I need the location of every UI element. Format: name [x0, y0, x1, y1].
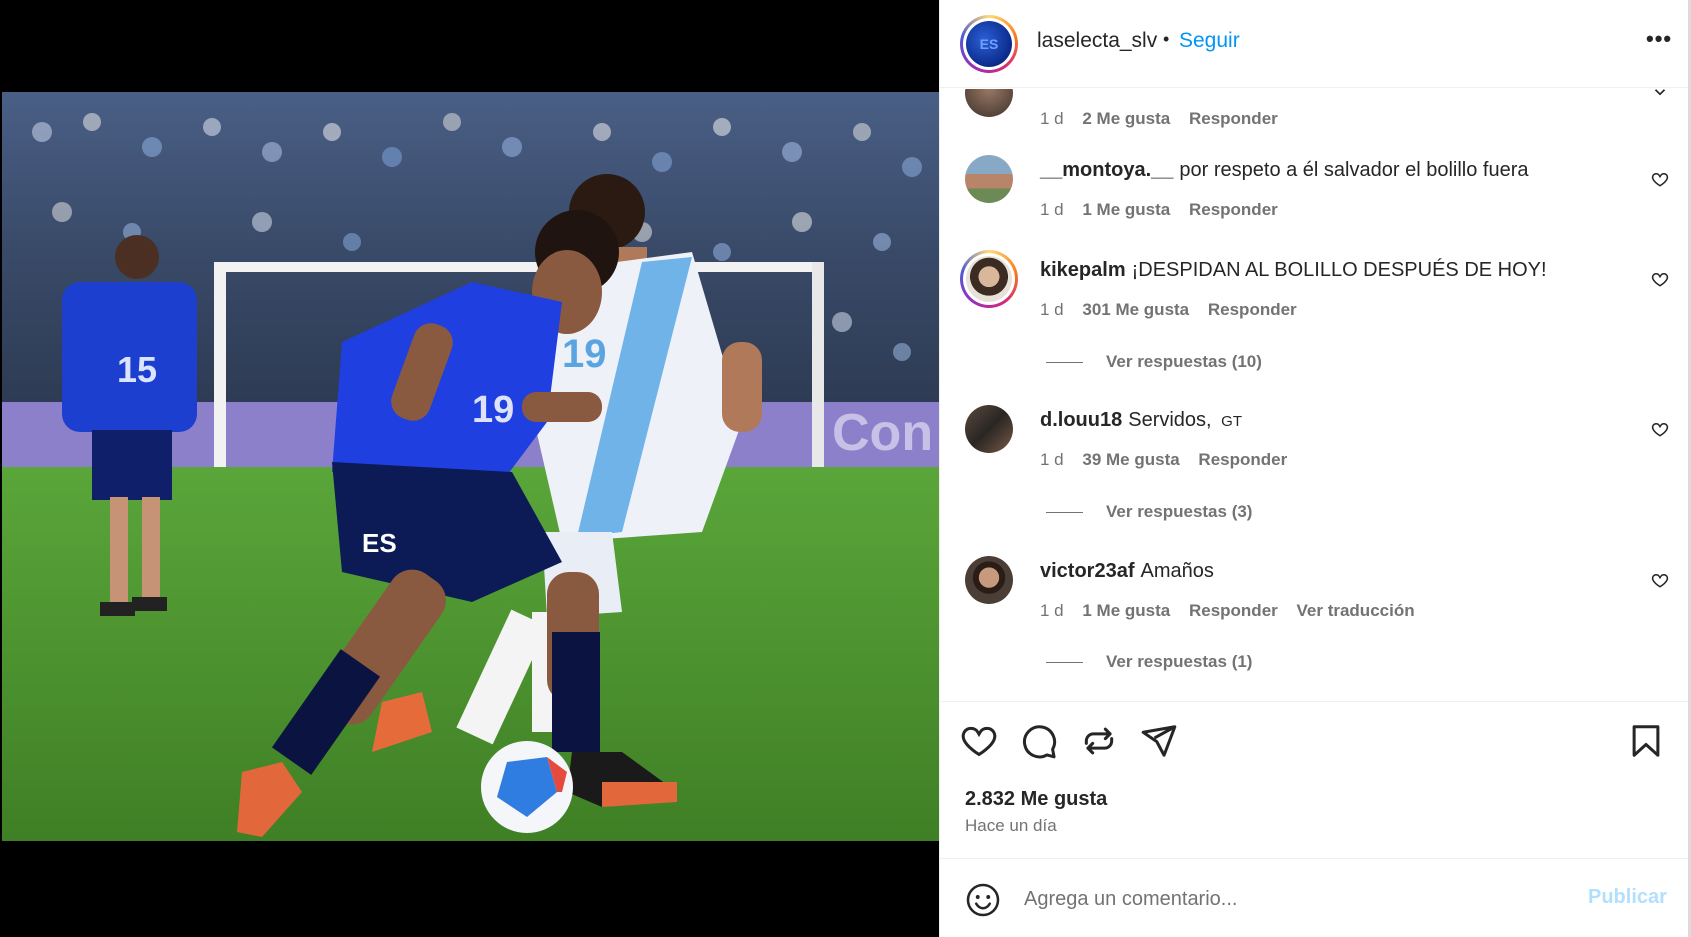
- comment-time: 1 d: [1040, 601, 1064, 620]
- share-icon[interactable]: [1140, 722, 1178, 760]
- comment-meta: 1 d 2 Me gusta Responder: [1040, 109, 1292, 129]
- view-replies-button[interactable]: Ver respuestas (1): [1046, 652, 1252, 672]
- comment-time: 1 d: [1040, 200, 1064, 219]
- comment-likes-count[interactable]: 301 Me gusta: [1082, 300, 1189, 319]
- comment-likes-count[interactable]: 1 Me gusta: [1082, 200, 1170, 219]
- translate-button[interactable]: Ver traducción: [1297, 601, 1415, 620]
- comment-text: Amaños: [1140, 560, 1214, 582]
- heart-icon[interactable]: [960, 722, 998, 760]
- reply-button[interactable]: Responder: [1198, 450, 1287, 469]
- comment-likes-count[interactable]: 2 Me gusta: [1082, 109, 1170, 128]
- post-timestamp[interactable]: Hace un día: [965, 816, 1057, 836]
- comment-username[interactable]: __montoya.__: [1040, 159, 1173, 181]
- view-replies-label: Ver respuestas (10): [1106, 352, 1262, 371]
- comment-username[interactable]: victor23af: [1040, 560, 1135, 582]
- comment-time: 1 d: [1040, 300, 1064, 319]
- comment-input[interactable]: [1024, 881, 1524, 917]
- post-side-panel: ES laselecta_slv • Seguir ••• 1 d 2 Me g…: [939, 0, 1691, 937]
- post-actions: 2.832 Me gusta Hace un día: [940, 701, 1691, 858]
- like-comment-heart-icon[interactable]: [1651, 270, 1669, 288]
- publish-button[interactable]: Publicar: [1588, 886, 1667, 909]
- commenter-avatar[interactable]: [965, 405, 1013, 453]
- like-comment-heart-icon[interactable]: [1651, 170, 1669, 188]
- svg-text:19: 19: [562, 332, 607, 376]
- comment-text: ¡DESPIDAN AL BOLILLO DESPUÉS DE HOY!: [1131, 259, 1547, 281]
- commenter-avatar-story[interactable]: [960, 250, 1018, 308]
- follow-button[interactable]: Seguir: [1179, 29, 1240, 53]
- like-comment-heart-icon[interactable]: [1651, 89, 1669, 101]
- comment-time: 1 d: [1040, 450, 1064, 469]
- repost-icon[interactable]: [1080, 722, 1118, 760]
- view-replies-label: Ver respuestas (1): [1106, 652, 1253, 671]
- soccer-photo: Con 15 19 ES 19: [2, 92, 939, 841]
- reply-button[interactable]: Responder: [1189, 109, 1278, 128]
- comment-meta: 1 d 39 Me gusta Responder: [1040, 450, 1301, 470]
- comment-meta: 1 d 1 Me gusta Responder: [1040, 200, 1292, 220]
- add-comment-bar: Publicar: [940, 858, 1691, 937]
- like-comment-heart-icon[interactable]: [1651, 571, 1669, 589]
- bookmark-icon[interactable]: [1627, 722, 1665, 760]
- more-options-icon[interactable]: •••: [1646, 26, 1672, 52]
- comment-text: Servidos,: [1128, 409, 1212, 431]
- author-avatar[interactable]: ES: [960, 15, 1018, 73]
- commenter-avatar[interactable]: [965, 556, 1013, 604]
- replies-divider-line: [1046, 511, 1083, 513]
- comment-body: kikepalm ¡DESPIDAN AL BOLILLO DESPUÉS DE …: [1040, 259, 1547, 282]
- replies-divider-line: [1046, 361, 1083, 363]
- comment-username[interactable]: kikepalm: [1040, 259, 1126, 281]
- post-header: ES laselecta_slv • Seguir •••: [940, 0, 1691, 88]
- comment-likes-count[interactable]: 39 Me gusta: [1082, 450, 1179, 469]
- replies-divider-line: [1046, 661, 1083, 663]
- svg-text:15: 15: [117, 349, 157, 390]
- view-replies-button[interactable]: Ver respuestas (3): [1046, 502, 1252, 522]
- svg-text:ES: ES: [362, 528, 397, 558]
- comments-list[interactable]: 1 d 2 Me gusta Responder __montoya.__ por…: [940, 89, 1691, 701]
- comment-body: victor23af Amaños: [1040, 560, 1214, 583]
- author-avatar-image: ES: [966, 21, 1012, 67]
- comment-username[interactable]: d.louu18: [1040, 409, 1122, 431]
- separator-dot: •: [1163, 29, 1170, 49]
- comment-body: __montoya.__ por respeto a él salvador el…: [1040, 159, 1528, 182]
- post-photo[interactable]: Con 15 19 ES 19: [2, 92, 939, 841]
- comment-meta: 1 d 1 Me gusta Responder Ver traducción: [1040, 601, 1429, 621]
- comment-text: por respeto a él salvador el bolillo fue…: [1179, 159, 1529, 181]
- view-replies-label: Ver respuestas (3): [1106, 502, 1253, 521]
- emoji-icon[interactable]: [965, 882, 1001, 918]
- commenter-avatar[interactable]: [965, 89, 1013, 117]
- comment-likes-count[interactable]: 1 Me gusta: [1082, 601, 1170, 620]
- post-likes-count[interactable]: 2.832 Me gusta: [965, 788, 1107, 811]
- post-media: Con 15 19 ES 19: [0, 0, 939, 937]
- commenter-avatar[interactable]: [965, 155, 1013, 203]
- reply-button[interactable]: Responder: [1189, 200, 1278, 219]
- reply-button[interactable]: Responder: [1208, 300, 1297, 319]
- comment-icon[interactable]: [1020, 722, 1058, 760]
- svg-text:Con: Con: [832, 404, 933, 462]
- comment-time: 1 d: [1040, 109, 1064, 128]
- reply-button[interactable]: Responder: [1189, 601, 1278, 620]
- author-username[interactable]: laselecta_slv: [1037, 29, 1157, 53]
- like-comment-heart-icon[interactable]: [1651, 420, 1669, 438]
- view-replies-button[interactable]: Ver respuestas (10): [1046, 352, 1262, 372]
- comment-meta: 1 d 301 Me gusta Responder: [1040, 300, 1311, 320]
- comment-body: d.louu18 Servidos, GT: [1040, 409, 1242, 432]
- soccer-ball: [481, 741, 573, 833]
- country-flag-label: GT: [1221, 413, 1243, 430]
- svg-text:19: 19: [472, 389, 514, 431]
